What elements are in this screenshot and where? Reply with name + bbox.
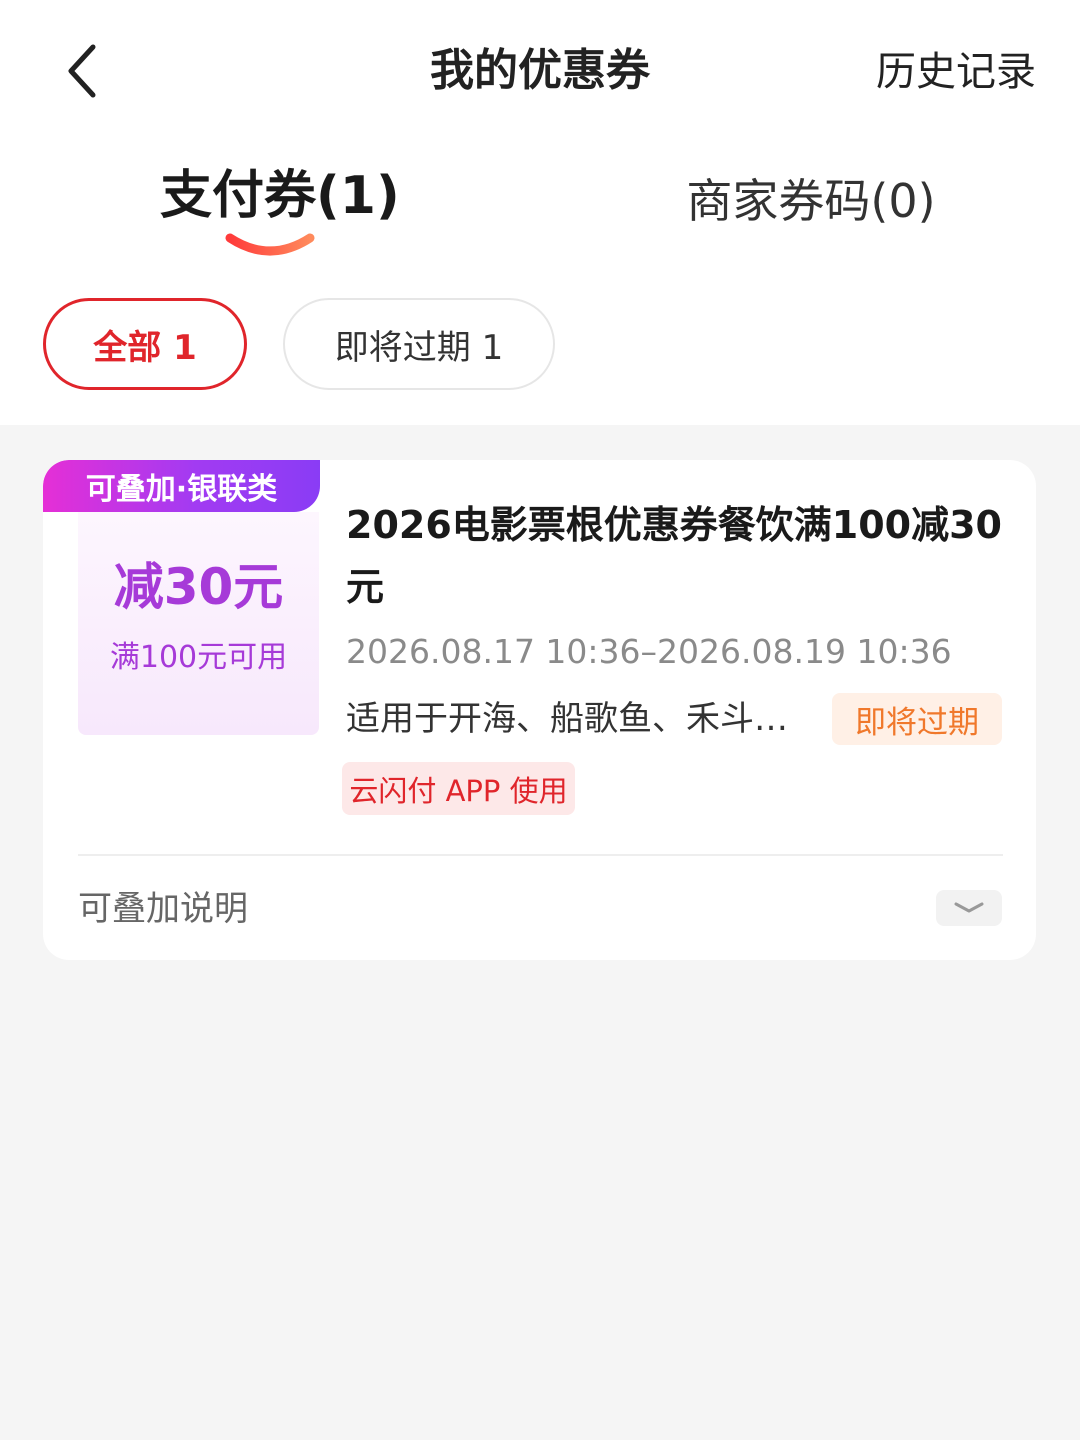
stackable-tag: 可叠加·银联类 [43, 460, 320, 512]
divider [78, 854, 1003, 856]
app-usage-badge: 云闪付 APP 使用 [342, 762, 575, 815]
filter-all-chip[interactable]: 全部 1 [43, 298, 247, 390]
coupon-card[interactable]: 减30元 满100元可用 可叠加·银联类 2026电影票根优惠券餐饮满100减3… [43, 460, 1036, 960]
expand-button[interactable] [936, 890, 1002, 926]
coupon-validity: 2026.08.17 10:36–2026.08.19 10:36 [346, 632, 952, 671]
chevron-down-icon [954, 902, 984, 913]
tab-label: 支付券(1) [160, 166, 400, 226]
coupon-title: 2026电影票根优惠券餐饮满100减30元 [346, 503, 1002, 609]
coupon-scope: 适用于开海、船歌鱼、禾斗… [346, 699, 788, 739]
filter-expiring-chip[interactable]: 即将过期 1 [283, 298, 555, 390]
top-section: 我的优惠券 历史记录 支付券(1) 商家券码(0) 全部 1 即将过期 1 [0, 0, 1080, 425]
coupon-value-panel: 减30元 满100元可用 [78, 512, 319, 735]
history-link[interactable]: 历史记录 [876, 40, 1036, 104]
coupon-amount: 减30元 [113, 558, 284, 616]
tab-active-indicator [225, 233, 315, 256]
coupon-threshold: 满100元可用 [109, 640, 288, 675]
tab-merchant-codes[interactable]: 商家券码(0) [680, 168, 942, 234]
expiring-badge: 即将过期 [832, 693, 1002, 745]
stack-explanation-label[interactable]: 可叠加说明 [78, 884, 248, 934]
tab-payment-coupons[interactable]: 支付券(1) [160, 160, 400, 260]
